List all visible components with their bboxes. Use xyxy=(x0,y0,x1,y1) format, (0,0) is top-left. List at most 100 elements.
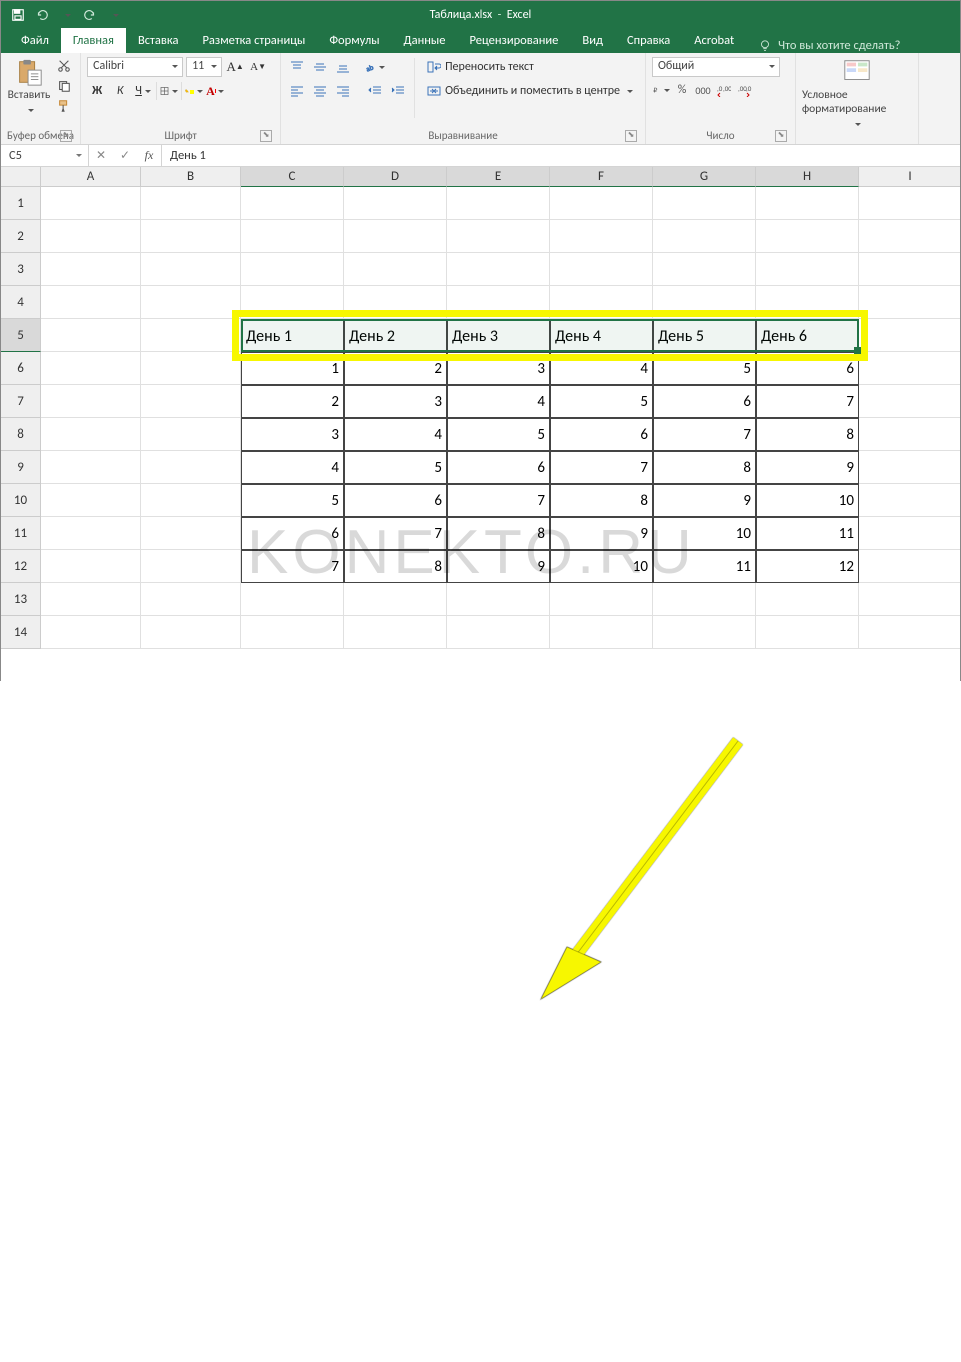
align-left-icon[interactable] xyxy=(287,81,307,101)
row-header-4[interactable]: 4 xyxy=(1,286,41,319)
cell-D3[interactable] xyxy=(344,253,447,286)
cell-A4[interactable] xyxy=(41,286,141,319)
cell-D1[interactable] xyxy=(344,187,447,220)
conditional-formatting-button[interactable]: Условное форматирование xyxy=(802,57,912,131)
cell-H6[interactable]: 6 xyxy=(756,352,859,385)
italic-button[interactable]: К xyxy=(110,81,130,101)
tab-файл[interactable]: Файл xyxy=(9,28,61,53)
cell-D6[interactable]: 2 xyxy=(344,352,447,385)
cell-I5[interactable] xyxy=(859,319,960,352)
cell-A8[interactable] xyxy=(41,418,141,451)
cell-B5[interactable] xyxy=(141,319,241,352)
cell-H13[interactable] xyxy=(756,583,859,616)
cell-C14[interactable] xyxy=(241,616,344,649)
format-painter-icon[interactable] xyxy=(55,97,73,115)
cell-I12[interactable] xyxy=(859,550,960,583)
alignment-dialog-launcher[interactable]: ⬊ xyxy=(625,130,637,142)
cell-I4[interactable] xyxy=(859,286,960,319)
cell-C1[interactable] xyxy=(241,187,344,220)
col-header-E[interactable]: E xyxy=(447,167,550,187)
save-icon[interactable] xyxy=(7,4,29,26)
tell-me-search[interactable]: Что вы хотите сделать? xyxy=(758,38,900,53)
increase-font-icon[interactable]: A▲ xyxy=(225,57,245,77)
cell-G12[interactable]: 11 xyxy=(653,550,756,583)
cell-I10[interactable] xyxy=(859,484,960,517)
cell-E14[interactable] xyxy=(447,616,550,649)
font-dialog-launcher[interactable]: ⬊ xyxy=(260,130,272,142)
cell-F9[interactable]: 7 xyxy=(550,451,653,484)
cell-B3[interactable] xyxy=(141,253,241,286)
cell-H4[interactable] xyxy=(756,286,859,319)
cell-A13[interactable] xyxy=(41,583,141,616)
cell-B2[interactable] xyxy=(141,220,241,253)
cell-E3[interactable] xyxy=(447,253,550,286)
cell-H5[interactable]: День 6 xyxy=(756,319,859,352)
cell-H10[interactable]: 10 xyxy=(756,484,859,517)
col-header-B[interactable]: B xyxy=(141,167,241,187)
decrease-decimal-icon[interactable]: ,00,0 xyxy=(736,81,754,99)
cell-F12[interactable]: 10 xyxy=(550,550,653,583)
cell-F10[interactable]: 8 xyxy=(550,484,653,517)
tab-вид[interactable]: Вид xyxy=(570,28,615,53)
tab-главная[interactable]: Главная xyxy=(61,28,126,53)
row-header-14[interactable]: 14 xyxy=(1,616,41,649)
cell-F14[interactable] xyxy=(550,616,653,649)
orientation-icon[interactable]: ab xyxy=(365,57,385,77)
row-header-9[interactable]: 9 xyxy=(1,451,41,484)
tab-рецензирование[interactable]: Рецензирование xyxy=(457,28,570,53)
row-header-1[interactable]: 1 xyxy=(1,187,41,220)
paste-button[interactable]: Вставить xyxy=(7,57,51,117)
cell-E9[interactable]: 6 xyxy=(447,451,550,484)
cell-G6[interactable]: 5 xyxy=(653,352,756,385)
cell-H3[interactable] xyxy=(756,253,859,286)
cell-F11[interactable]: 9 xyxy=(550,517,653,550)
row-header-13[interactable]: 13 xyxy=(1,583,41,616)
cell-I6[interactable] xyxy=(859,352,960,385)
formula-input[interactable]: День 1 xyxy=(162,145,206,166)
row-header-5[interactable]: 5 xyxy=(1,319,41,352)
cell-I3[interactable] xyxy=(859,253,960,286)
cell-B13[interactable] xyxy=(141,583,241,616)
cell-G2[interactable] xyxy=(653,220,756,253)
cell-I14[interactable] xyxy=(859,616,960,649)
cell-G4[interactable] xyxy=(653,286,756,319)
row-header-3[interactable]: 3 xyxy=(1,253,41,286)
cell-G1[interactable] xyxy=(653,187,756,220)
cell-G11[interactable]: 10 xyxy=(653,517,756,550)
cell-D12[interactable]: 8 xyxy=(344,550,447,583)
cell-C9[interactable]: 4 xyxy=(241,451,344,484)
cell-B12[interactable] xyxy=(141,550,241,583)
row-header-2[interactable]: 2 xyxy=(1,220,41,253)
cell-C2[interactable] xyxy=(241,220,344,253)
col-header-F[interactable]: F xyxy=(550,167,653,187)
cell-B14[interactable] xyxy=(141,616,241,649)
cell-I7[interactable] xyxy=(859,385,960,418)
cell-A2[interactable] xyxy=(41,220,141,253)
cell-B10[interactable] xyxy=(141,484,241,517)
cell-C6[interactable]: 1 xyxy=(241,352,344,385)
cell-B9[interactable] xyxy=(141,451,241,484)
tab-формулы[interactable]: Формулы xyxy=(317,28,391,53)
row-header-8[interactable]: 8 xyxy=(1,418,41,451)
cell-G9[interactable]: 8 xyxy=(653,451,756,484)
undo-dropdown[interactable] xyxy=(55,4,77,26)
font-name-combo[interactable]: Calibri xyxy=(87,57,183,77)
font-color-icon[interactable]: A xyxy=(206,82,224,100)
spreadsheet-grid[interactable]: ABCDEFGHI 1234567891011121314 День 1День… xyxy=(1,167,960,682)
cell-C12[interactable]: 7 xyxy=(241,550,344,583)
cell-F4[interactable] xyxy=(550,286,653,319)
cell-F7[interactable]: 5 xyxy=(550,385,653,418)
cell-E5[interactable]: День 3 xyxy=(447,319,550,352)
cell-D2[interactable] xyxy=(344,220,447,253)
bold-button[interactable]: Ж xyxy=(87,81,107,101)
insert-function-icon[interactable]: fx xyxy=(137,148,161,163)
cell-E13[interactable] xyxy=(447,583,550,616)
cell-B1[interactable] xyxy=(141,187,241,220)
underline-button[interactable]: Ч xyxy=(133,81,153,101)
cell-H11[interactable]: 11 xyxy=(756,517,859,550)
cell-B4[interactable] xyxy=(141,286,241,319)
cell-A3[interactable] xyxy=(41,253,141,286)
col-header-H[interactable]: H xyxy=(756,167,859,187)
cell-C7[interactable]: 2 xyxy=(241,385,344,418)
cell-A1[interactable] xyxy=(41,187,141,220)
